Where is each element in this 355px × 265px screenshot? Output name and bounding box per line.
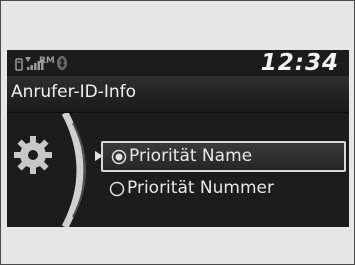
infotainment-display: RM 12:34 Anrufer-ID-Info Priorität Name … [7, 50, 349, 227]
roaming-label: RM [39, 56, 55, 66]
status-icons: RM [15, 56, 67, 71]
menu-area: Priorität Name Priorität Nummer [7, 113, 349, 227]
option-label: Priorität Name [129, 146, 253, 166]
option-label: Priorität Nummer [127, 178, 274, 198]
selector-arc [61, 113, 86, 227]
radio-unselected-icon [109, 181, 125, 197]
bluetooth-icon [57, 56, 67, 70]
option-priority-number[interactable]: Priorität Nummer [101, 175, 346, 203]
option-priority-name[interactable]: Priorität Name [101, 141, 346, 172]
screen-title: Anrufer-ID-Info [11, 82, 137, 102]
radio-selected-icon [111, 149, 127, 165]
clock: 12:34 [260, 50, 339, 76]
status-bar: RM 12:34 [7, 50, 349, 76]
screen-title-bar: Anrufer-ID-Info [7, 76, 349, 113]
phone-icon [15, 58, 23, 71]
